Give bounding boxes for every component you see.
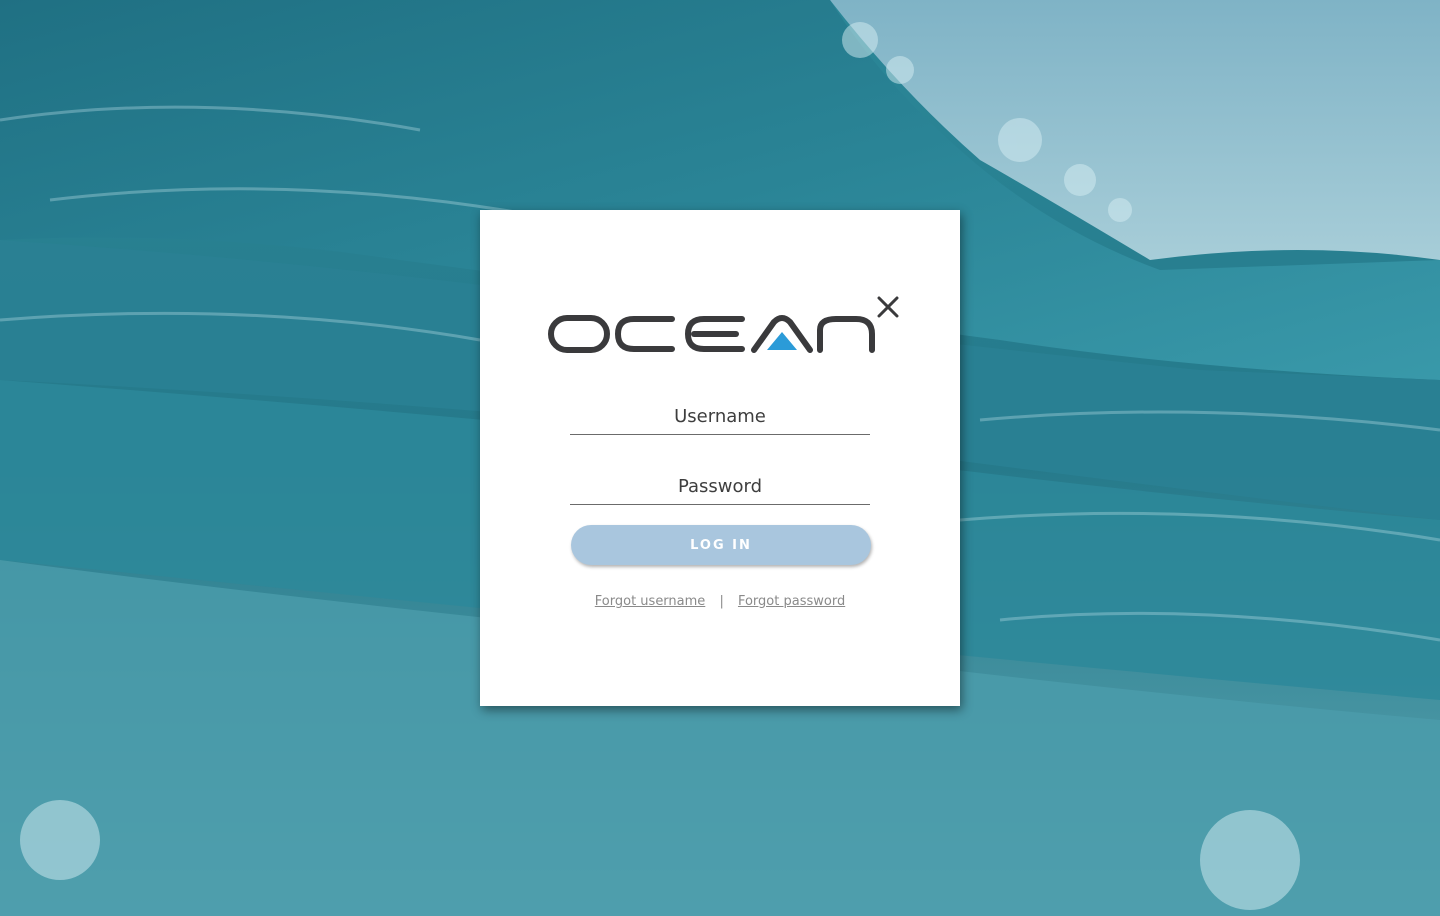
- username-field[interactable]: [570, 400, 870, 435]
- password-input[interactable]: [570, 470, 870, 502]
- login-card: LOG IN Forgot username | Forgot password: [480, 210, 960, 706]
- login-button[interactable]: LOG IN: [571, 525, 871, 565]
- forgot-username-link[interactable]: Forgot username: [595, 594, 706, 609]
- oceanx-logo: [548, 296, 899, 353]
- username-input[interactable]: [570, 400, 870, 432]
- account-recovery-links: Forgot username | Forgot password: [480, 594, 960, 609]
- link-separator: |: [719, 594, 724, 609]
- forgot-password-link[interactable]: Forgot password: [738, 594, 845, 609]
- password-field[interactable]: [570, 470, 870, 505]
